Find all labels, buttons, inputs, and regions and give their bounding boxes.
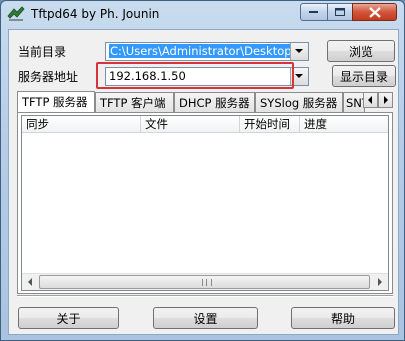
chevron-down-icon (295, 74, 303, 78)
col-header-file[interactable]: 文件 (141, 116, 240, 133)
footer-divider (17, 295, 393, 297)
maximize-button[interactable] (327, 3, 353, 21)
scrollbar-thumb[interactable] (39, 275, 370, 289)
col-header-peer[interactable]: 同步 (22, 116, 141, 133)
tab-panel: 同步 文件 开始时间 进度 (17, 112, 393, 294)
window-title: Tftpd64 by Ph. Jounin (31, 7, 160, 21)
scroll-left-arrow[interactable] (22, 274, 39, 290)
current-dir-dropdown[interactable] (290, 43, 308, 60)
tftpd-app-icon (7, 6, 25, 22)
close-icon (368, 6, 381, 18)
current-dir-label: 当前目录 (18, 45, 67, 59)
chevron-down-icon (295, 49, 303, 53)
col-header-start-time[interactable]: 开始时间 (240, 116, 300, 133)
help-button[interactable]: 帮助 (291, 307, 395, 329)
minimize-icon (309, 11, 318, 13)
tab-sntp-server[interactable]: SNT (343, 92, 365, 112)
current-dir-combo[interactable]: C:\Users\Administrator\Desktop\Tftpd (105, 42, 309, 61)
app-window: Tftpd64 by Ph. Jounin 当前目录 C:\Users\Admi… (0, 0, 405, 341)
tab-tftp-client[interactable]: TFTP 客户端 (95, 92, 174, 112)
transfer-list[interactable]: 同步 文件 开始时间 进度 (21, 115, 389, 291)
minimize-button[interactable] (300, 3, 328, 21)
scroll-right-arrow[interactable] (371, 274, 388, 290)
maximize-icon (334, 7, 345, 16)
tab-syslog-server[interactable]: SYSlog 服务器 (255, 92, 343, 112)
settings-button[interactable]: 设置 (153, 307, 258, 329)
horizontal-scrollbar[interactable] (22, 273, 388, 290)
tab-scroll-right[interactable] (378, 92, 393, 108)
close-button[interactable] (352, 3, 397, 21)
server-interface-label: 服务器地址 (18, 70, 79, 84)
browse-button[interactable]: 浏览 (327, 40, 395, 62)
show-dir-button[interactable]: 显示目录 (332, 65, 396, 87)
arrow-right-icon (378, 278, 382, 286)
arrow-right-icon (384, 96, 388, 104)
current-dir-value[interactable]: C:\Users\Administrator\Desktop\Tftpd (109, 44, 290, 58)
title-bar[interactable]: Tftpd64 by Ph. Jounin (1, 1, 404, 29)
tab-scroll-left[interactable] (363, 92, 378, 108)
tab-tftp-server[interactable]: TFTP 服务器 (17, 91, 95, 112)
about-button[interactable]: 关于 (18, 307, 119, 329)
arrow-left-icon (28, 278, 32, 286)
tab-dhcp-server[interactable]: DHCP 服务器 (174, 92, 255, 112)
arrow-left-icon (368, 96, 372, 104)
col-header-progress[interactable]: 进度 (300, 116, 388, 133)
highlight-annotation-box (96, 62, 294, 89)
